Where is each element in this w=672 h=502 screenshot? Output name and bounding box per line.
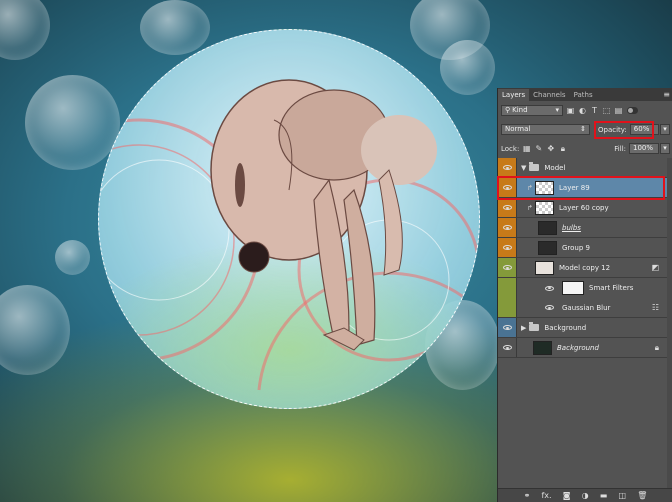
- visibility-toggle[interactable]: [498, 198, 517, 217]
- eye-icon: [502, 225, 512, 230]
- visibility-toggle[interactable]: [498, 218, 517, 237]
- type-filter-icon[interactable]: T: [590, 106, 599, 115]
- link-icon[interactable]: ⚭: [524, 491, 531, 500]
- smart-object-badge-icon: ◩: [651, 263, 659, 272]
- lock-icon: 🔒︎: [654, 342, 659, 352]
- layer-thumbnail: [533, 340, 552, 355]
- layers-panel: Layers Channels Paths ≡ ⚲ Kind ▾ ▣ ◐ T ⬚…: [497, 88, 672, 502]
- visibility-spacer: [498, 298, 517, 317]
- layer-row-gaussian-blur[interactable]: Gaussian Blur ☷: [498, 298, 672, 318]
- folder-icon[interactable]: ▬: [600, 491, 608, 500]
- visibility-toggle[interactable]: [498, 338, 517, 357]
- layer-list: ▼ Model ↱ Layer 89 ↱ Layer 60 copy bulbs: [498, 158, 672, 488]
- smart-object-filter-icon[interactable]: ▤: [614, 106, 623, 115]
- fill-dropdown-button[interactable]: ▾: [660, 143, 670, 154]
- folder-icon: [529, 162, 540, 171]
- opacity-highlight-box: [594, 121, 654, 139]
- eye-icon: [502, 325, 512, 330]
- layer-thumbnail: [538, 220, 557, 235]
- eye-icon: [502, 205, 512, 210]
- layer-row-model-copy-12[interactable]: Model copy 12 ◩: [498, 258, 672, 278]
- image-filter-icon[interactable]: ▣: [566, 106, 575, 115]
- main-bubble-selection[interactable]: [98, 29, 480, 409]
- visibility-toggle[interactable]: [498, 238, 517, 257]
- eye-icon: [502, 345, 512, 350]
- filter-options-icon[interactable]: ☷: [652, 303, 659, 312]
- eye-icon: [502, 165, 512, 170]
- blend-mode-select[interactable]: Normal ⇕: [501, 124, 590, 135]
- lock-transparent-icon[interactable]: ▦: [522, 144, 531, 153]
- panel-tabbar: Layers Channels Paths ≡: [498, 88, 672, 101]
- figure-artwork: [99, 79, 479, 391]
- bg-bubble: [55, 240, 90, 275]
- fill-label: Fill:: [614, 144, 626, 153]
- mask-icon[interactable]: ◙: [563, 491, 571, 500]
- layer-row-background-group[interactable]: ▶ Background: [498, 318, 672, 338]
- new-layer-icon[interactable]: ◫: [618, 491, 626, 500]
- layers-bottom-bar: ⚭ fx. ◙ ◑ ▬ ◫ 🗑︎: [498, 488, 672, 502]
- adjustment-filter-icon[interactable]: ◐: [578, 106, 587, 115]
- adjustment-icon[interactable]: ◑: [582, 491, 589, 500]
- figure-body: [210, 79, 437, 351]
- lock-position-icon[interactable]: ✥: [546, 144, 555, 153]
- fx-icon[interactable]: fx.: [541, 491, 551, 500]
- panel-menu-icon[interactable]: ≡: [663, 90, 670, 99]
- clipping-arrow-icon: ↱: [527, 203, 533, 212]
- tab-channels[interactable]: Channels: [529, 89, 569, 101]
- visibility-toggle[interactable]: [498, 258, 517, 277]
- smart-object-thumbnail: [535, 260, 554, 275]
- expand-triangle-icon[interactable]: ▼: [521, 164, 526, 172]
- filter-kind-select[interactable]: ⚲ Kind ▾: [501, 105, 563, 116]
- eye-icon[interactable]: [545, 285, 554, 291]
- layer-thumbnail: [538, 240, 557, 255]
- bg-bubble: [0, 0, 50, 60]
- lock-label: Lock:: [501, 144, 520, 153]
- expand-triangle-icon[interactable]: ▶: [521, 324, 526, 332]
- folder-icon: [529, 322, 540, 331]
- layer-row-bulbs[interactable]: bulbs: [498, 218, 672, 238]
- trash-icon[interactable]: 🗑︎: [637, 491, 647, 500]
- eye-icon: [502, 245, 512, 250]
- fill-field[interactable]: 100%: [629, 143, 659, 154]
- lock-image-icon[interactable]: ✎: [534, 144, 543, 153]
- shape-filter-icon[interactable]: ⬚: [602, 106, 611, 115]
- bg-bubble: [0, 285, 70, 375]
- chevron-down-icon: ⇕: [580, 125, 586, 133]
- visibility-toggle[interactable]: [498, 158, 517, 177]
- layer-89-highlight-box: [497, 176, 665, 200]
- search-icon: ⚲: [505, 106, 511, 114]
- layer-row-smart-filters[interactable]: Smart Filters: [498, 278, 672, 298]
- filter-row: ⚲ Kind ▾ ▣ ◐ T ⬚ ▤: [498, 101, 672, 120]
- layer-row-background[interactable]: Background 🔒︎: [498, 338, 672, 358]
- visibility-toggle[interactable]: [498, 318, 517, 337]
- layer-row-layer-60-copy[interactable]: ↱ Layer 60 copy: [498, 198, 672, 218]
- tab-layers[interactable]: Layers: [498, 89, 530, 101]
- tab-paths[interactable]: Paths: [570, 89, 597, 101]
- lock-all-icon[interactable]: 🔒︎: [558, 144, 567, 153]
- chevron-down-icon: ▾: [555, 106, 559, 114]
- filter-mask-thumbnail: [562, 281, 584, 295]
- visibility-spacer: [498, 278, 517, 298]
- layer-row-model-group[interactable]: ▼ Model: [498, 158, 672, 178]
- layer-row-group-9[interactable]: Group 9: [498, 238, 672, 258]
- opacity-dropdown-button[interactable]: ▾: [660, 124, 670, 135]
- layers-scrollbar[interactable]: [667, 158, 672, 488]
- eye-icon: [502, 265, 512, 270]
- filter-toggle[interactable]: [627, 107, 638, 114]
- lock-row: Lock: ▦ ✎ ✥ 🔒︎ Fill: 100% ▾: [498, 139, 672, 158]
- layer-thumbnail: [535, 200, 554, 215]
- eye-icon[interactable]: [545, 305, 554, 310]
